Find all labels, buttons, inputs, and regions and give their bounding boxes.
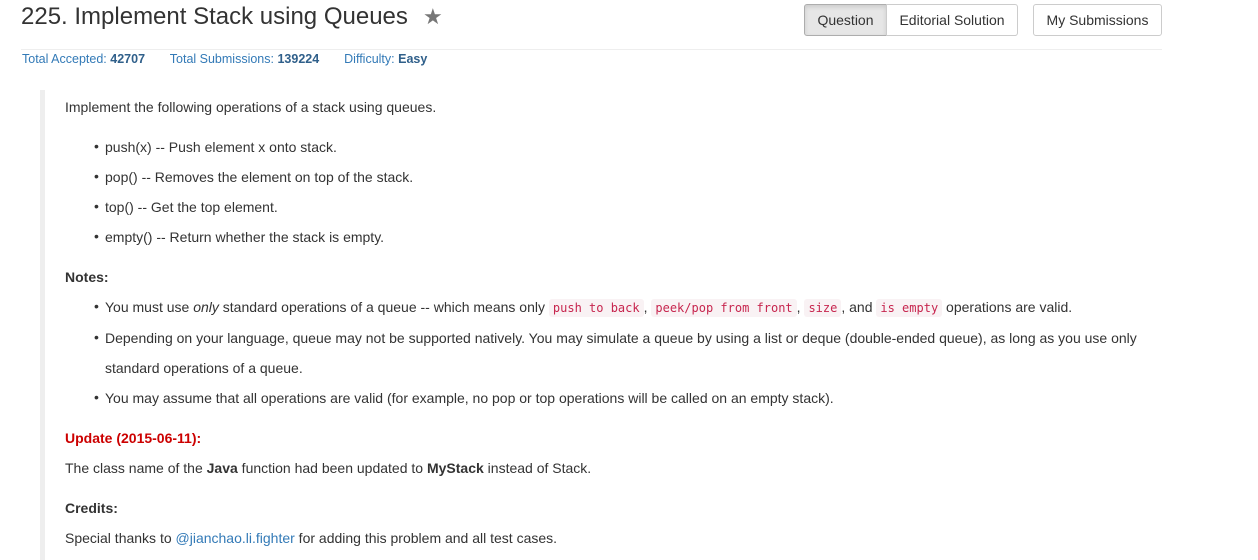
update-heading: Update (2015-06-11):: [65, 430, 202, 446]
operation-item: empty() -- Return whether the stack is e…: [105, 229, 385, 245]
star-icon[interactable]: ★: [423, 4, 443, 30]
page-title: 225. Implement Stack using Queues: [21, 3, 408, 30]
difficulty-label: Difficulty:: [344, 52, 395, 66]
notes-heading: Notes:: [65, 269, 109, 285]
operation-item: top() -- Get the top element.: [105, 199, 278, 215]
accepted-value: 42707: [110, 52, 146, 66]
code-push-to-back: push to back: [548, 299, 644, 317]
credits-heading: Credits:: [65, 500, 118, 516]
note-item-continued: standard operations of a queue.: [105, 360, 303, 376]
accepted-label: Total Accepted:: [22, 52, 107, 66]
header-divider: [21, 49, 1162, 50]
intro-text: Implement the following operations of a …: [65, 99, 437, 115]
operation-item: pop() -- Removes the element on top of t…: [105, 169, 414, 185]
emphasis-only: only: [193, 299, 219, 315]
credits-text: Special thanks to @jianchao.li.fighter f…: [65, 530, 558, 546]
difficulty-value: Easy: [398, 52, 428, 66]
note-item: You may assume that all operations are v…: [105, 390, 834, 406]
my-submissions-button[interactable]: My Submissions: [1033, 4, 1162, 36]
submissions-label: Total Submissions:: [169, 52, 274, 66]
code-size: size: [804, 299, 842, 317]
submissions-value: 139224: [277, 52, 320, 66]
tab-editorial-solution[interactable]: Editorial Solution: [886, 4, 1018, 36]
problem-stats: Total Accepted: 42707 Total Submissions:…: [22, 52, 427, 66]
code-is-empty: is empty: [876, 299, 943, 317]
update-text: The class name of the Java function had …: [65, 460, 592, 476]
tab-question[interactable]: Question: [804, 4, 887, 36]
problem-header: 225. Implement Stack using Queues ★ Ques…: [21, 0, 1162, 48]
note-item: Depending on your language, queue may no…: [105, 330, 1137, 346]
problem-description: Implement the following operations of a …: [40, 90, 1165, 560]
code-peek-pop-from-front: peek/pop from front: [651, 299, 797, 317]
operation-item: push(x) -- Push element x onto stack.: [105, 139, 337, 155]
author-link[interactable]: @jianchao.li.fighter: [176, 530, 295, 546]
note-item: You must use only standard operations of…: [105, 299, 1073, 317]
